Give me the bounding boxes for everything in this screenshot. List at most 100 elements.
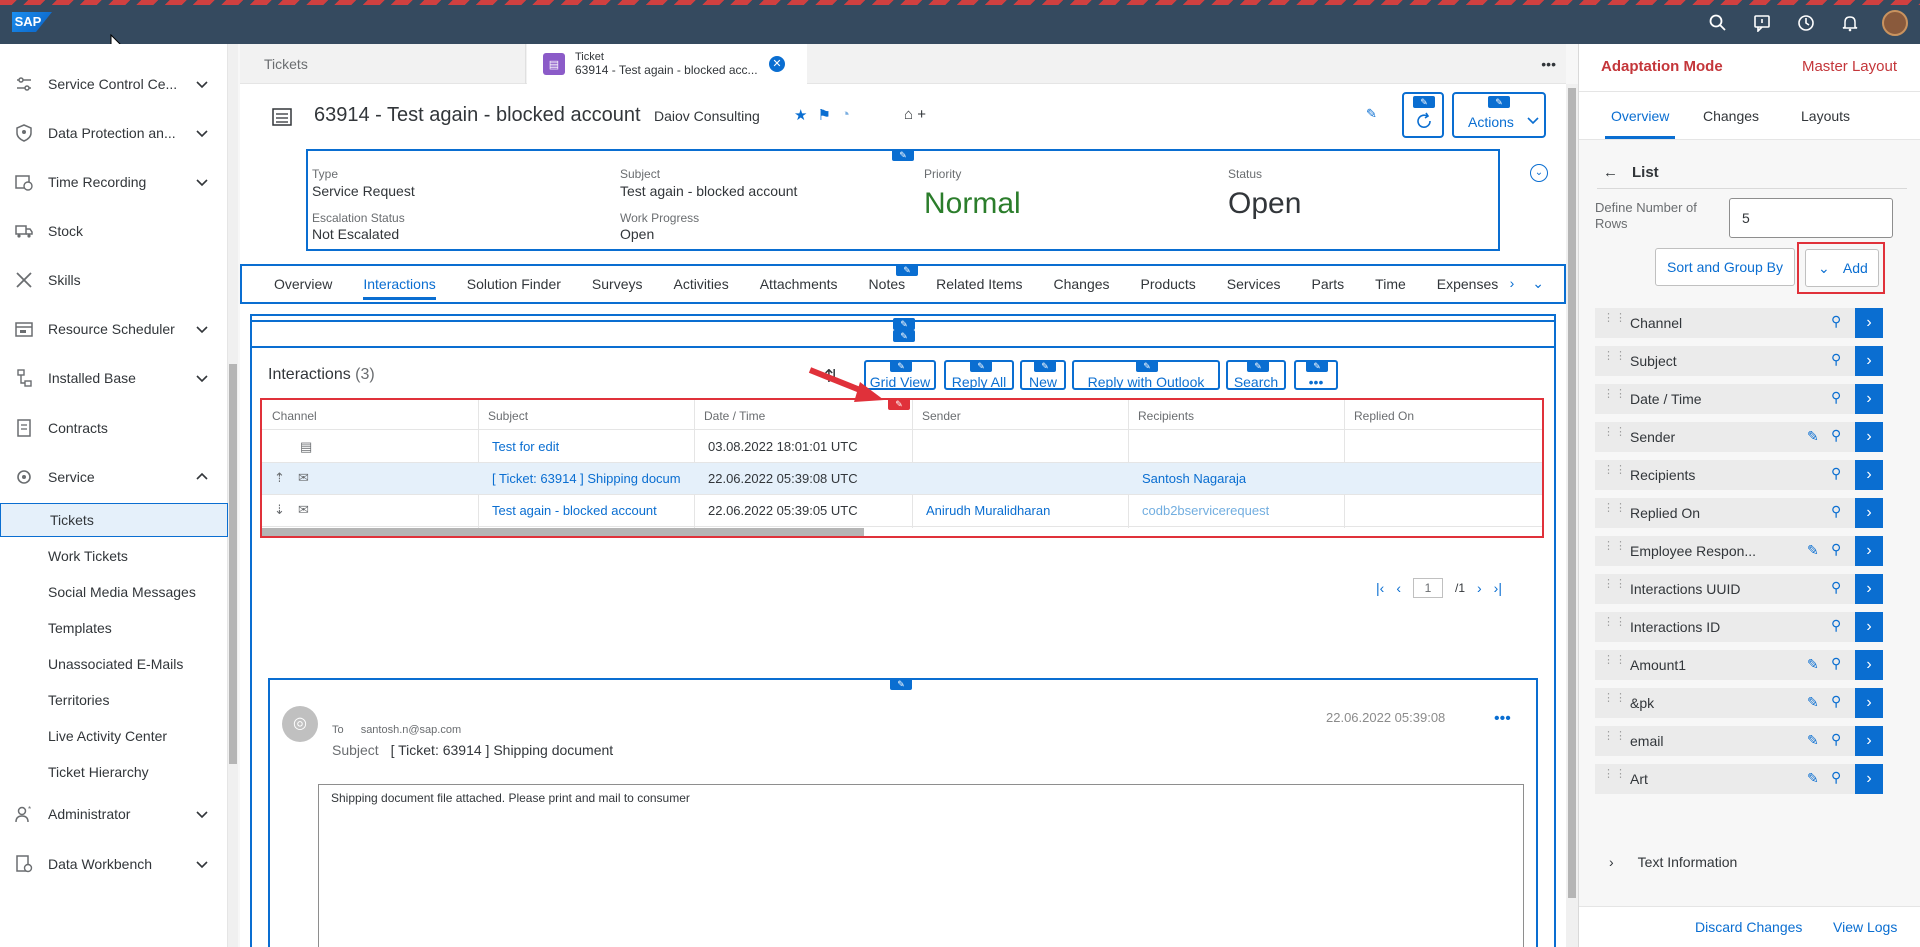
visibility-icon[interactable]: ⚲ bbox=[1831, 351, 1841, 368]
flag-icon[interactable]: ⚑ bbox=[817, 106, 830, 124]
chevron-right-icon[interactable]: › bbox=[1510, 275, 1515, 292]
field-row[interactable]: ⋮⋮ Art ✎ ⚲ › bbox=[1595, 764, 1883, 794]
field-row[interactable]: ⋮⋮ &pk ✎ ⚲ › bbox=[1595, 688, 1883, 718]
tab-solution-finder[interactable]: Solution Finder bbox=[467, 266, 561, 302]
reply-all-button[interactable]: ✎ Reply All bbox=[944, 360, 1014, 390]
navigate-arrow-icon[interactable]: › bbox=[1855, 536, 1883, 566]
visibility-icon[interactable]: ⚲ bbox=[1831, 769, 1841, 786]
expand-header-icon[interactable]: ⌄ bbox=[1530, 164, 1548, 182]
navigate-arrow-icon[interactable]: › bbox=[1855, 688, 1883, 718]
history-icon[interactable] bbox=[1794, 11, 1818, 35]
panel-tab-layouts[interactable]: Layouts bbox=[1801, 108, 1850, 124]
visibility-icon[interactable]: ⚲ bbox=[1831, 313, 1841, 330]
main-scrollbar[interactable] bbox=[1566, 84, 1578, 947]
edit-field-icon[interactable]: ✎ bbox=[1807, 428, 1819, 445]
row-recipients[interactable]: Santosh Nagaraja bbox=[1142, 471, 1246, 486]
nav-resource-scheduler[interactable]: Resource Scheduler bbox=[0, 309, 228, 349]
row-subject[interactable]: Test for edit bbox=[492, 439, 559, 454]
favorite-star-icon[interactable]: ★ bbox=[794, 106, 807, 124]
first-page-icon[interactable]: |‹ bbox=[1376, 580, 1384, 596]
adapt-pencil-icon[interactable]: ✎ bbox=[1306, 360, 1328, 372]
edit-field-icon[interactable]: ✎ bbox=[1807, 694, 1819, 711]
visibility-icon[interactable]: ⚲ bbox=[1831, 427, 1841, 444]
chevron-down-icon[interactable] bbox=[194, 174, 210, 190]
feedback-icon[interactable] bbox=[1750, 11, 1774, 35]
table-horizontal-scrollbar[interactable] bbox=[262, 528, 864, 536]
adapt-pencil-icon[interactable]: ✎ bbox=[1488, 96, 1510, 108]
drag-handle-icon[interactable]: ⋮⋮ bbox=[1603, 769, 1626, 786]
field-row[interactable]: ⋮⋮ Interactions ID ⚲ › bbox=[1595, 612, 1883, 642]
adapt-pencil-icon[interactable]: ✎ bbox=[1413, 96, 1435, 108]
next-page-icon[interactable]: › bbox=[1477, 580, 1482, 596]
edit-field-icon[interactable]: ✎ bbox=[1807, 770, 1819, 787]
back-arrow-icon[interactable]: ← bbox=[1603, 164, 1618, 181]
nav-data-workbench[interactable]: Data Workbench bbox=[0, 844, 228, 884]
row-subject[interactable]: Test again - blocked account bbox=[492, 503, 657, 518]
tab-interactions[interactable]: Interactions bbox=[363, 266, 437, 302]
user-avatar[interactable] bbox=[1882, 10, 1908, 36]
column-header[interactable]: Channel bbox=[272, 409, 317, 423]
panel-tab-changes[interactable]: Changes bbox=[1703, 108, 1759, 124]
tab-time[interactable]: Time bbox=[1375, 266, 1406, 302]
navigate-arrow-icon[interactable]: › bbox=[1855, 498, 1883, 528]
table-row[interactable]: ▤ Test for edit 03.08.2022 18:01:01 UTC bbox=[262, 431, 1542, 463]
navigate-arrow-icon[interactable]: › bbox=[1855, 574, 1883, 604]
table-row[interactable]: ⇡ ✉ [ Ticket: 63914 ] Shipping docum 22.… bbox=[262, 463, 1542, 495]
chevron-right-icon[interactable]: › bbox=[1609, 854, 1614, 870]
drag-handle-icon[interactable]: ⋮⋮ bbox=[1603, 541, 1626, 558]
drag-handle-icon[interactable]: ⋮⋮ bbox=[1603, 655, 1626, 672]
drag-handle-icon[interactable]: ⋮⋮ bbox=[1603, 465, 1626, 482]
nav-time-recording[interactable]: Time Recording bbox=[0, 162, 228, 202]
navigate-arrow-icon[interactable]: › bbox=[1855, 422, 1883, 452]
nav-service[interactable]: Service bbox=[0, 457, 228, 497]
nav-installed-base[interactable]: Installed Base bbox=[0, 358, 228, 398]
nav-contracts[interactable]: Contracts bbox=[0, 408, 228, 448]
adapt-pencil-icon[interactable]: ✎ bbox=[892, 149, 914, 161]
add-button[interactable]: ⌄ Add bbox=[1805, 249, 1879, 287]
tab-tickets[interactable]: Tickets bbox=[240, 44, 526, 84]
visibility-icon[interactable]: ⚲ bbox=[1831, 693, 1841, 710]
adapt-pencil-icon[interactable]: ✎ bbox=[890, 360, 912, 372]
view-logs-link[interactable]: View Logs bbox=[1833, 919, 1897, 935]
edit-field-icon[interactable]: ✎ bbox=[1807, 732, 1819, 749]
rows-input[interactable]: 5 bbox=[1729, 198, 1893, 238]
drag-handle-icon[interactable]: ⋮⋮ bbox=[1603, 731, 1626, 748]
tab-activities[interactable]: Activities bbox=[673, 266, 728, 302]
nav-stock[interactable]: Stock bbox=[0, 211, 228, 251]
field-row[interactable]: ⋮⋮ Subject ⚲ › bbox=[1595, 346, 1883, 376]
tab-parts[interactable]: Parts bbox=[1311, 266, 1344, 302]
chevron-down-icon[interactable] bbox=[194, 806, 210, 822]
visibility-icon[interactable]: ⚲ bbox=[1831, 579, 1841, 596]
tab-notes[interactable]: Notes bbox=[869, 266, 906, 302]
sidebar-scrollbar[interactable] bbox=[228, 44, 238, 947]
field-row[interactable]: ⋮⋮ Recipients ⚲ › bbox=[1595, 460, 1883, 490]
master-layout-link[interactable]: Master Layout bbox=[1802, 58, 1897, 75]
drag-handle-icon[interactable]: ⋮⋮ bbox=[1603, 427, 1626, 444]
drag-handle-icon[interactable]: ⋮⋮ bbox=[1603, 579, 1626, 596]
message-body[interactable]: Shipping document file attached. Please … bbox=[318, 784, 1524, 947]
nav-sub-ticket-hierarchy[interactable]: Ticket Hierarchy bbox=[0, 755, 228, 789]
column-header[interactable]: Replied On bbox=[1354, 409, 1414, 423]
drag-handle-icon[interactable]: ⋮⋮ bbox=[1603, 313, 1626, 330]
panel-tab-overview[interactable]: Overview bbox=[1604, 108, 1676, 139]
field-row[interactable]: ⋮⋮ Interactions UUID ⚲ › bbox=[1595, 574, 1883, 604]
close-tab-icon[interactable]: ✕ bbox=[769, 56, 785, 72]
drag-handle-icon[interactable]: ⋮⋮ bbox=[1603, 503, 1626, 520]
navigate-arrow-icon[interactable]: › bbox=[1855, 384, 1883, 414]
visibility-icon[interactable]: ⚲ bbox=[1831, 731, 1841, 748]
feed-icon[interactable]: ◔ bbox=[841, 106, 850, 124]
field-row[interactable]: ⋮⋮ Date / Time ⚲ › bbox=[1595, 384, 1883, 414]
tab-attachments[interactable]: Attachments bbox=[760, 266, 838, 302]
navigate-arrow-icon[interactable]: › bbox=[1855, 612, 1883, 642]
navigate-arrow-icon[interactable]: › bbox=[1855, 460, 1883, 490]
drag-handle-icon[interactable]: ⋮⋮ bbox=[1603, 693, 1626, 710]
refresh-button[interactable]: ✎ bbox=[1402, 92, 1444, 138]
field-row[interactable]: ⋮⋮ email ✎ ⚲ › bbox=[1595, 726, 1883, 756]
nav-administrator[interactable]: * Administrator bbox=[0, 794, 228, 834]
tab-related-items[interactable]: Related Items bbox=[936, 266, 1022, 302]
previous-page-icon[interactable]: ‹ bbox=[1396, 580, 1401, 596]
column-header[interactable]: Subject bbox=[488, 409, 528, 423]
adapt-pencil-icon[interactable]: ✎ bbox=[890, 678, 912, 690]
sap-logo[interactable]: SAP bbox=[12, 12, 52, 32]
tab-products[interactable]: Products bbox=[1141, 266, 1196, 302]
